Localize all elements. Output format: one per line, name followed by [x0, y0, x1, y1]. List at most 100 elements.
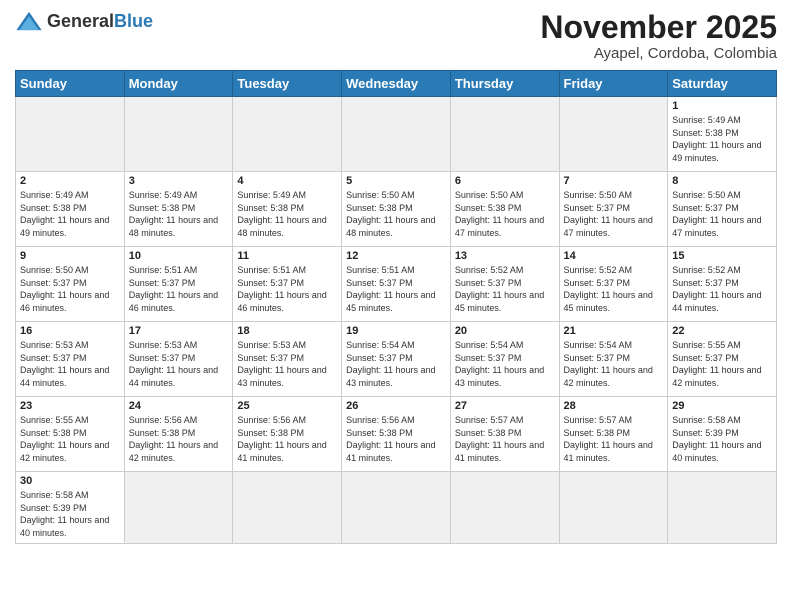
day-number: 3 [129, 175, 229, 187]
daylight-label: Daylight: 11 hours and 42 minutes. [564, 365, 653, 388]
calendar-cell [342, 472, 451, 543]
calendar-cell: 28Sunrise: 5:57 AMSunset: 5:38 PMDayligh… [559, 397, 668, 472]
calendar-cell: 11Sunrise: 5:51 AMSunset: 5:37 PMDayligh… [233, 247, 342, 322]
sunset-label: Sunset: 5:37 PM [346, 353, 413, 363]
daylight-label: Daylight: 11 hours and 47 minutes. [672, 215, 761, 238]
calendar-cell [124, 472, 233, 543]
sunrise-label: Sunrise: 5:52 AM [564, 265, 633, 275]
calendar-cell: 5Sunrise: 5:50 AMSunset: 5:38 PMDaylight… [342, 172, 451, 247]
calendar-cell [668, 472, 777, 543]
day-number: 15 [672, 250, 772, 262]
calendar-cell: 12 Sunrise: 5:51 AMSunset: 5:37 PMDayligh… [342, 247, 451, 322]
sunrise-label: Sunrise: 5:54 AM [564, 340, 633, 350]
day-number: 10 [129, 250, 229, 262]
sunrise-label: Sunrise: 5:57 AM [455, 415, 524, 425]
day-info: Sunrise: 5:50 AMSunset: 5:37 PMDaylight:… [20, 264, 120, 314]
sunrise-label: Sunrise: 5:54 AM [346, 340, 415, 350]
sunrise-label: Sunrise: 5:53 AM [20, 340, 89, 350]
day-info: Sunrise: 5:51 AMSunset: 5:37 PMDaylight:… [346, 264, 446, 314]
daylight-label: Daylight: 11 hours and 42 minutes. [20, 440, 109, 463]
calendar-cell: 27Sunrise: 5:57 AMSunset: 5:38 PMDayligh… [450, 397, 559, 472]
calendar-cell: 20Sunrise: 5:54 AMSunset: 5:37 PMDayligh… [450, 322, 559, 397]
day-number: 17 [129, 325, 229, 337]
sunrise-label: Sunrise: 5:58 AM [672, 415, 741, 425]
sunset-label: Sunset: 5:38 PM [455, 203, 522, 213]
calendar-cell: 16 Sunrise: 5:53 AMSunset: 5:37 PMDayligh… [16, 322, 125, 397]
daylight-label: Daylight: 11 hours and 43 minutes. [346, 365, 435, 388]
day-number: 24 [129, 400, 229, 412]
day-number: 12 [346, 250, 446, 262]
daylight-label: Daylight: 11 hours and 41 minutes. [346, 440, 435, 463]
sunrise-label: Sunrise: 5:49 AM [237, 190, 306, 200]
calendar-cell: 7Sunrise: 5:50 AMSunset: 5:37 PMDaylight… [559, 172, 668, 247]
week-row-4: 23Sunrise: 5:55 AMSunset: 5:38 PMDayligh… [16, 397, 777, 472]
header-area: GeneralBlue November 2025 Ayapel, Cordob… [15, 10, 777, 62]
day-info: Sunrise: 5:56 AMSunset: 5:38 PMDaylight:… [237, 414, 337, 464]
daylight-label: Daylight: 11 hours and 48 minutes. [129, 215, 218, 238]
daylight-label: Daylight: 11 hours and 48 minutes. [237, 215, 326, 238]
week-row-3: 16Sunrise: 5:53 AMSunset: 5:37 PMDayligh… [16, 322, 777, 397]
weekday-header-thursday: Thursday [450, 71, 559, 97]
sunset-label: Sunset: 5:37 PM [564, 278, 631, 288]
daylight-label: Daylight: 11 hours and 45 minutes. [346, 290, 435, 313]
sunrise-label: Sunrise: 5:50 AM [564, 190, 633, 200]
day-info: Sunrise: 5:53 AMSunset: 5:37 PMDaylight:… [20, 339, 120, 389]
weekday-header-row: SundayMondayTuesdayWednesdayThursdayFrid… [16, 71, 777, 97]
day-number: 19 [346, 325, 446, 337]
logo-text: GeneralBlue [47, 11, 153, 32]
calendar-cell: 23Sunrise: 5:55 AMSunset: 5:38 PMDayligh… [16, 397, 125, 472]
day-number: 22 [672, 325, 772, 337]
sunrise-label: Sunrise: 5:50 AM [672, 190, 741, 200]
sunrise-label: Sunrise: 5:57 AM [564, 415, 633, 425]
day-info: Sunrise: 5:56 AMSunset: 5:38 PMDaylight:… [129, 414, 229, 464]
calendar-cell: 14Sunrise: 5:52 AMSunset: 5:37 PMDayligh… [559, 247, 668, 322]
sunset-label: Sunset: 5:37 PM [129, 353, 196, 363]
daylight-label: Daylight: 11 hours and 41 minutes. [564, 440, 653, 463]
day-number: 2 [20, 175, 120, 187]
daylight-label: Daylight: 11 hours and 45 minutes. [455, 290, 544, 313]
sunset-label: Sunset: 5:38 PM [455, 428, 522, 438]
day-number: 20 [455, 325, 555, 337]
daylight-label: Daylight: 11 hours and 46 minutes. [129, 290, 218, 313]
sunrise-label: Sunrise: 5:49 AM [20, 190, 89, 200]
calendar-cell: 13Sunrise: 5:52 AMSunset: 5:37 PMDayligh… [450, 247, 559, 322]
day-info: Sunrise: 5:54 AMSunset: 5:37 PMDaylight:… [564, 339, 664, 389]
weekday-header-sunday: Sunday [16, 71, 125, 97]
calendar-cell: 24 Sunrise: 5:56 AMSunset: 5:38 PMDayligh… [124, 397, 233, 472]
sunset-label: Sunset: 5:38 PM [129, 203, 196, 213]
daylight-label: Daylight: 11 hours and 44 minutes. [129, 365, 218, 388]
daylight-label: Daylight: 11 hours and 46 minutes. [20, 290, 109, 313]
day-info: Sunrise: 5:50 AMSunset: 5:38 PMDaylight:… [455, 189, 555, 239]
day-info: Sunrise: 5:56 AM Sunset: 5:38 PM Daylight:… [346, 414, 446, 464]
calendar-cell: 22Sunrise: 5:55 AMSunset: 5:37 PMDayligh… [668, 322, 777, 397]
sunset-label: Sunset: 5:37 PM [455, 278, 522, 288]
calendar-table: SundayMondayTuesdayWednesdayThursdayFrid… [15, 70, 777, 543]
sunrise-label: Sunrise: 5:56 AM [346, 415, 415, 425]
day-number: 30 [20, 475, 120, 487]
day-info: Sunrise: 5:50 AMSunset: 5:37 PMDaylight:… [672, 189, 772, 239]
day-info: Sunrise: 5:58 AMSunset: 5:39 PMDaylight:… [20, 489, 120, 539]
calendar-cell [450, 97, 559, 172]
sunrise-label: Sunrise: 5:50 AM [346, 190, 415, 200]
daylight-label: Daylight: 11 hours and 43 minutes. [237, 365, 326, 388]
calendar-cell: 30 Sunrise: 5:58 AMSunset: 5:39 PMDayligh… [16, 472, 125, 543]
day-info: Sunrise: 5:53 AMSunset: 5:37 PMDaylight:… [129, 339, 229, 389]
sunset-label: Sunset: 5:37 PM [20, 278, 87, 288]
day-number: 4 [237, 175, 337, 187]
day-info: Sunrise: 5:49 AMSunset: 5:38 PMDaylight:… [237, 189, 337, 239]
title-area: November 2025 Ayapel, Cordoba, Colombia [540, 10, 777, 62]
sunset-label: Sunset: 5:37 PM [237, 353, 304, 363]
sunrise-label: Sunrise: 5:52 AM [672, 265, 741, 275]
day-number: 16 [20, 325, 120, 337]
week-row-5: 30 Sunrise: 5:58 AMSunset: 5:39 PMDayligh… [16, 472, 777, 543]
day-number: 25 [237, 400, 337, 412]
sunrise-label: Sunrise: 5:49 AM [129, 190, 198, 200]
sunset-label: Sunset: 5:37 PM [672, 278, 739, 288]
sunset-label: Sunset: 5:38 PM [237, 428, 304, 438]
logo-area: GeneralBlue [15, 10, 153, 32]
daylight-label: Daylight: 11 hours and 45 minutes. [564, 290, 653, 313]
sunset-label: Sunset: 5:38 PM [564, 428, 631, 438]
sunset-label: Sunset: 5:38 PM [346, 428, 413, 438]
calendar-cell: 10Sunrise: 5:51 AMSunset: 5:37 PMDayligh… [124, 247, 233, 322]
sunrise-label: Sunrise: 5:51 AM [237, 265, 306, 275]
